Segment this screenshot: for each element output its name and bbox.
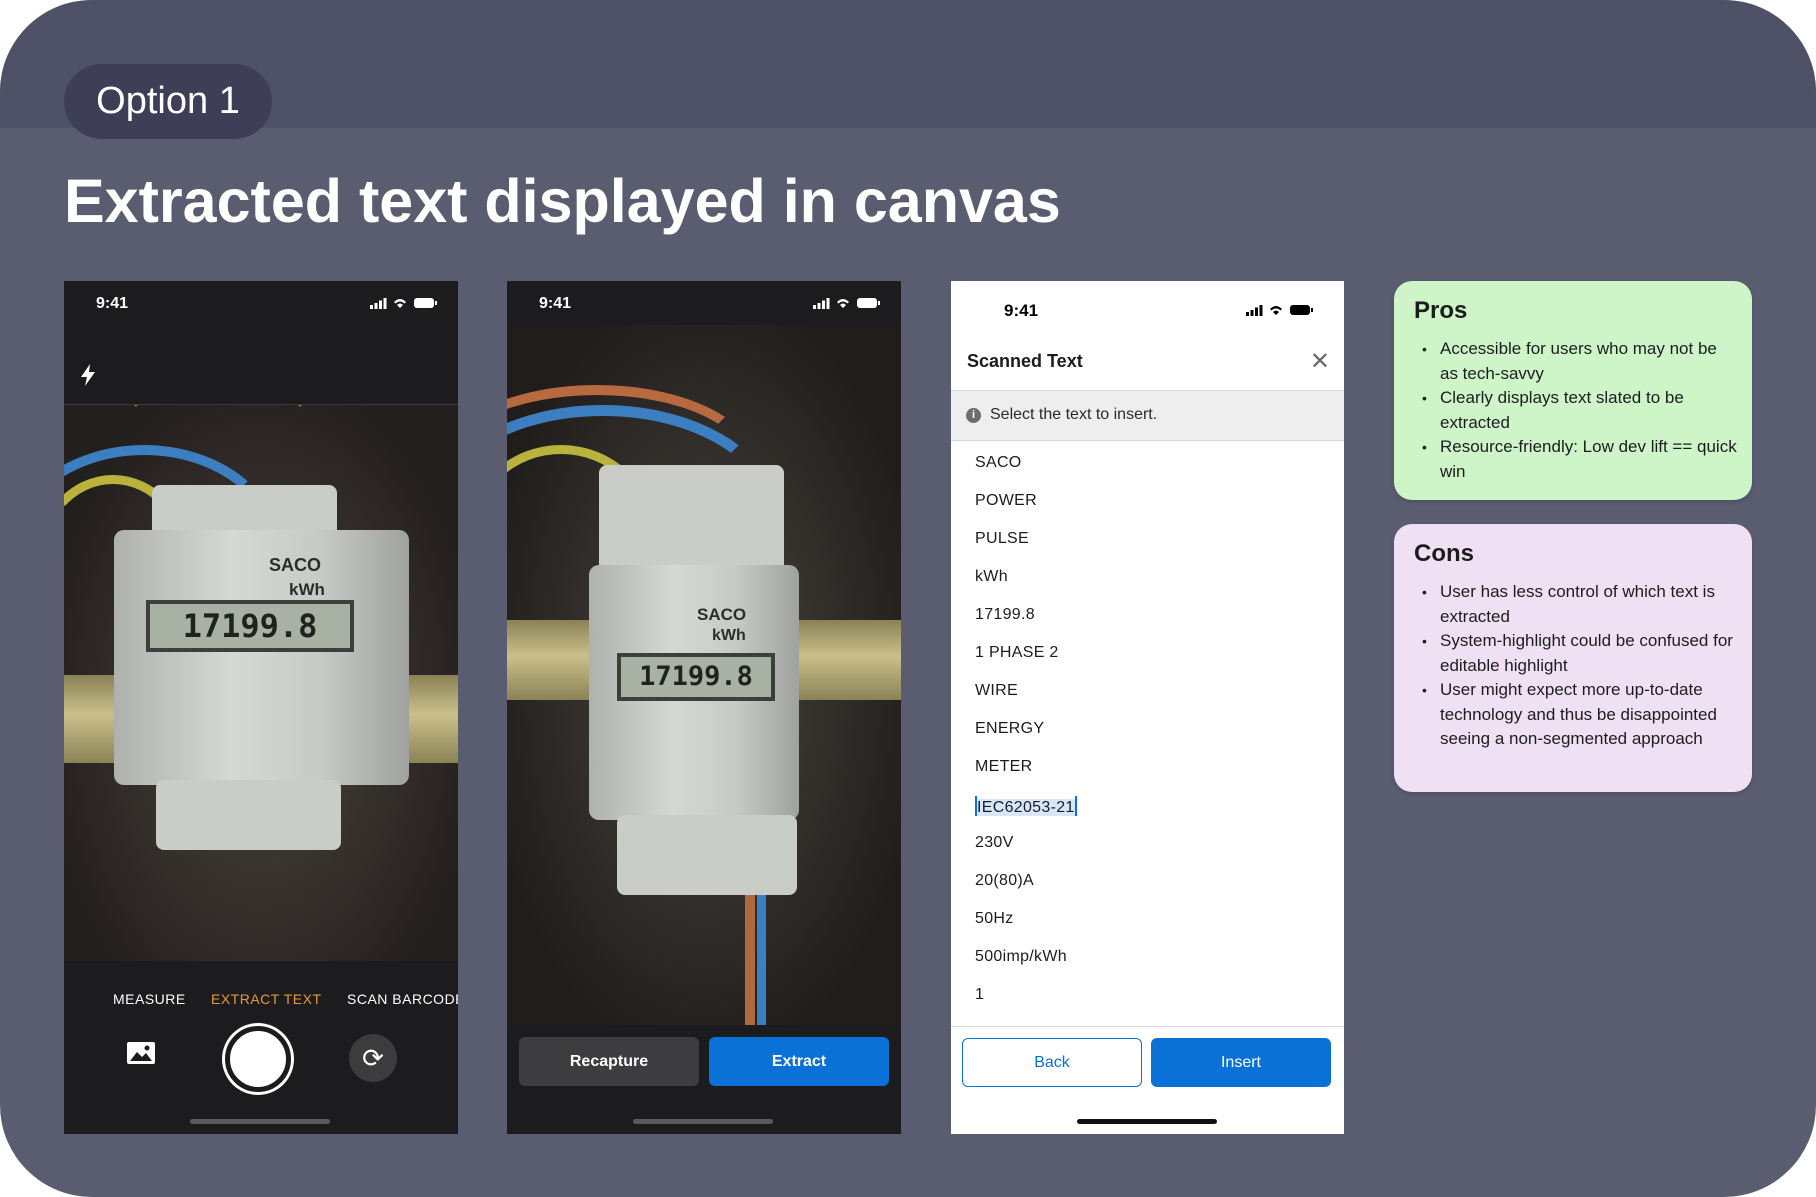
captured-photo: SACO kWh 17199.8 — [507, 325, 901, 1025]
status-bar: 9:41 — [951, 281, 1344, 325]
info-icon: i — [966, 408, 981, 423]
meter-unit: kWh — [712, 627, 746, 644]
list-item[interactable]: 17199.8 — [975, 606, 1077, 644]
list-item[interactable]: 1 — [975, 986, 1077, 1024]
slide: Option 1 Extracted text displayed in can… — [0, 0, 1816, 1197]
meter-lcd: 17199.8 — [617, 653, 775, 701]
mode-measure[interactable]: MEASURE — [113, 991, 186, 1007]
meter-brand: SACO — [697, 605, 747, 624]
pros-card: Pros Accessible for users who may not be… — [1394, 281, 1752, 500]
status-icons — [370, 298, 437, 309]
action-bar: Recapture Extract — [507, 1025, 901, 1134]
list-item: Accessible for users who may not be as t… — [1414, 337, 1738, 386]
pros-list: Accessible for users who may not be as t… — [1414, 337, 1738, 484]
meter-lcd: 17199.8 — [146, 600, 354, 652]
list-item: Resource-friendly: Low dev lift == quick… — [1414, 435, 1738, 484]
status-bar: 9:41 — [507, 281, 901, 325]
status-time: 9:41 — [1004, 301, 1039, 320]
info-banner: i Select the text to insert. — [951, 390, 1344, 441]
meter-unit: kWh — [289, 580, 325, 599]
extract-button[interactable]: Extract — [709, 1037, 889, 1086]
option-pill: Option 1 — [64, 64, 272, 139]
list-item: Clearly displays text slated to be extra… — [1414, 386, 1738, 435]
status-bar: 9:41 — [64, 281, 458, 325]
cons-card: Cons User has less control of which text… — [1394, 524, 1752, 792]
list-item[interactable]: 50Hz — [975, 910, 1077, 948]
status-time: 9:41 — [539, 295, 572, 312]
phone-camera-screen: 9:41 SACO kWh 17199.8 MEASURE EXTRACT TE… — [64, 281, 458, 1134]
meter-terminal-bottom — [617, 815, 797, 895]
wire-blue-lower — [757, 895, 766, 1025]
mode-extract-text[interactable]: EXTRACT TEXT — [211, 991, 322, 1007]
list-item[interactable]: 500imp/kWh — [975, 948, 1077, 986]
meter-body — [114, 530, 409, 785]
camera-mode-bar: MEASURE EXTRACT TEXT SCAN BARCODE ⟳ — [64, 961, 458, 1134]
sheet-title: Scanned Text — [967, 351, 1083, 371]
phone-scanned-text-screen: 9:41 Scanned Text ✕ i Select the text to… — [951, 281, 1344, 1134]
insert-button[interactable]: Insert — [1151, 1038, 1331, 1087]
list-item[interactable]: 1 PHASE 2 — [975, 644, 1077, 682]
list-item[interactable]: WIRE — [975, 682, 1077, 720]
list-item[interactable]: kWh — [975, 568, 1077, 606]
list-item[interactable]: PULSE — [975, 530, 1077, 568]
slide-header-band — [0, 0, 1816, 128]
selection-handle-end[interactable] — [1074, 796, 1077, 816]
divider — [951, 1026, 1344, 1027]
back-button[interactable]: Back — [962, 1038, 1142, 1087]
close-icon[interactable]: ✕ — [1310, 347, 1330, 376]
mode-scan-barcode[interactable]: SCAN BARCODE — [347, 991, 458, 1007]
pros-title: Pros — [1414, 297, 1468, 324]
home-indicator — [190, 1119, 330, 1124]
home-indicator — [633, 1119, 773, 1124]
list-item[interactable]: ENERGY — [975, 720, 1077, 758]
shutter-button[interactable] — [225, 1026, 291, 1092]
list-item: User might expect more up-to-date techno… — [1414, 678, 1738, 752]
list-item[interactable]: SACO — [975, 454, 1077, 492]
scanned-text-list: SACO POWER PULSE kWh 17199.8 1 PHASE 2 W… — [975, 454, 1077, 1024]
meter-brand: SACO — [269, 555, 322, 575]
status-time: 9:41 — [96, 295, 129, 312]
meter-terminal-bottom — [156, 780, 341, 850]
home-indicator — [1077, 1119, 1217, 1124]
flip-camera-icon[interactable]: ⟳ — [349, 1034, 397, 1082]
list-item: System-highlight could be confused for e… — [1414, 629, 1738, 678]
wire-orange-lower — [745, 895, 755, 1025]
list-item[interactable]: 230V — [975, 834, 1077, 872]
cons-title: Cons — [1414, 540, 1474, 567]
phone-captured-screen: 9:41 SACO kWh 17199.8 Recapture Extract — [507, 281, 901, 1134]
cons-list: User has less control of which text is e… — [1414, 580, 1738, 752]
gallery-icon[interactable] — [126, 1041, 156, 1065]
list-item: User has less control of which text is e… — [1414, 580, 1738, 629]
list-item[interactable]: POWER — [975, 492, 1077, 530]
list-item[interactable]: 20(80)A — [975, 872, 1077, 910]
status-icons — [813, 298, 880, 309]
status-icons — [1246, 305, 1313, 316]
flash-icon[interactable] — [80, 364, 96, 386]
slide-title: Extracted text displayed in canvas — [64, 167, 1061, 235]
list-item[interactable]: METER — [975, 758, 1077, 796]
recapture-button[interactable]: Recapture — [519, 1037, 699, 1086]
info-text: Select the text to insert. — [990, 406, 1158, 423]
camera-viewfinder: SACO kWh 17199.8 — [64, 405, 458, 961]
list-item-selected[interactable]: IEC62053-21 — [975, 796, 1077, 834]
